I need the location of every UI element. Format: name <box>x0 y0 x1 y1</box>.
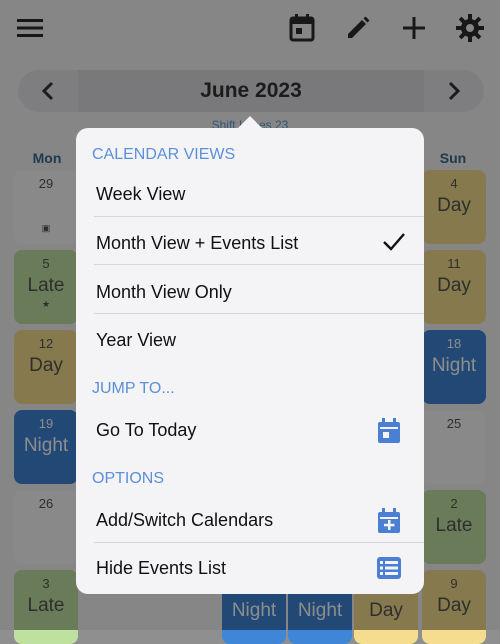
divider <box>94 313 424 314</box>
section-title-options: OPTIONS <box>92 470 165 487</box>
divider <box>94 216 424 217</box>
section-title-jump-to: JUMP TO... <box>92 380 175 397</box>
menu-item-month-view-only[interactable]: Month View Only <box>96 282 406 303</box>
calendar-today-icon <box>376 418 402 444</box>
menu-item-hide-events-list[interactable]: Hide Events List <box>96 558 406 579</box>
menu-item-go-to-today[interactable]: Go To Today <box>96 420 406 441</box>
section-title-calendar-views: CALENDAR VIEWS <box>92 146 236 163</box>
divider <box>94 542 424 543</box>
divider <box>94 264 424 265</box>
list-icon <box>376 556 402 582</box>
menu-item-add-switch-calendars[interactable]: Add/Switch Calendars <box>96 510 406 531</box>
view-options-popover: CALENDAR VIEWS Week View Month View + Ev… <box>76 128 424 594</box>
menu-item-week-view[interactable]: Week View <box>96 184 406 205</box>
menu-item-year-view[interactable]: Year View <box>96 330 406 351</box>
menu-item-month-view-events[interactable]: Month View + Events List <box>96 233 406 254</box>
calendar-add-icon <box>376 508 402 534</box>
checkmark-icon <box>382 232 406 257</box>
